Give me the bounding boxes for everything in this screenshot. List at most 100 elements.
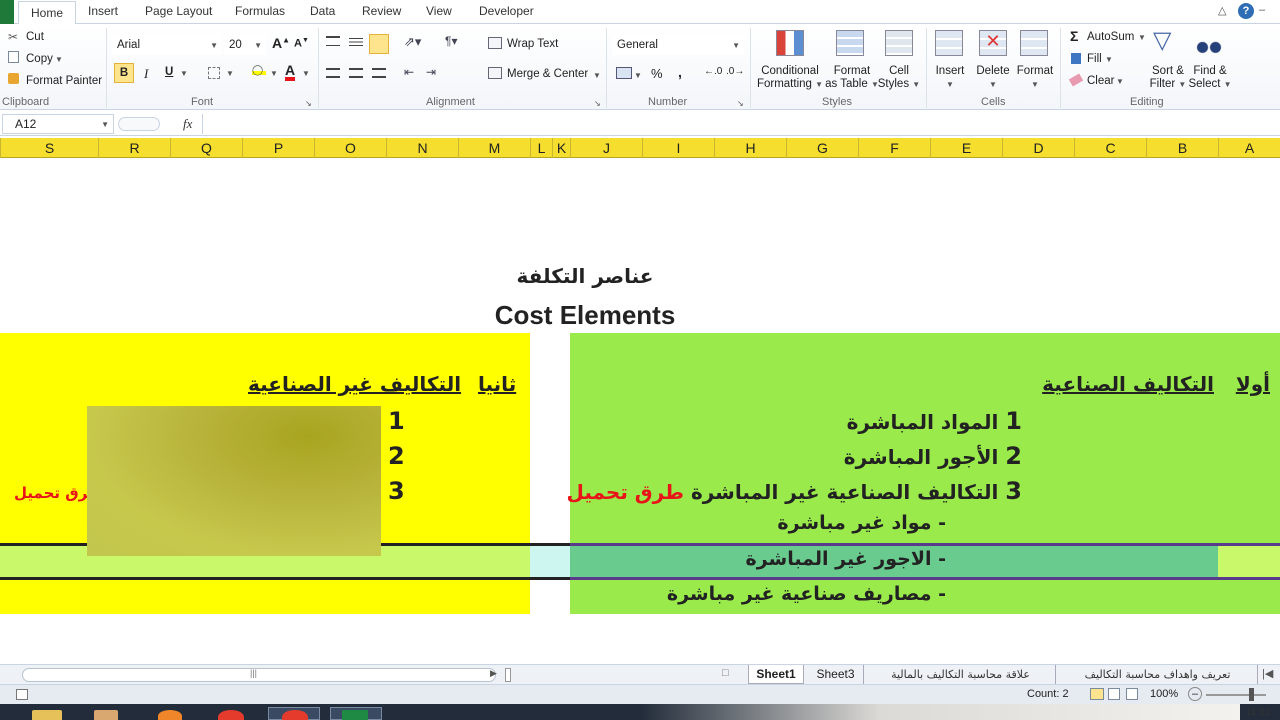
font-dialog-launcher-icon[interactable]: ↘ [305,99,312,108]
conditional-formatting-button[interactable]: Conditional Formatting ▼ [756,65,824,91]
autosum-button[interactable]: AutoSum [1087,31,1134,43]
horizontal-scrollbar[interactable] [22,668,496,682]
minimize-ribbon-icon[interactable]: △ [1218,4,1226,17]
accounting-format-icon[interactable] [616,67,632,79]
increase-indent-icon[interactable]: ⇥ [426,65,436,79]
sheet-tab-sheet1[interactable]: Sheet1 [748,665,804,684]
clear-button[interactable]: Clear [1087,75,1114,87]
align-middle-icon[interactable] [349,38,363,46]
macro-record-icon[interactable] [16,689,28,700]
tab-developer[interactable]: Developer [479,4,534,18]
folder-icon[interactable] [32,710,62,720]
decrease-indent-icon[interactable]: ⇤ [404,65,414,79]
cut-button[interactable]: Cut [26,31,44,43]
fill-color-icon[interactable]: ◯ [252,65,266,76]
align-left-icon[interactable] [326,68,340,78]
orientation-icon[interactable]: ⇗▾ [404,34,421,50]
font-size-combo[interactable]: 20 ▼ [224,35,266,55]
column-header-n[interactable]: N [386,138,458,158]
copy-button[interactable]: Copy [26,53,53,65]
bold-button[interactable]: B [114,63,134,83]
firefox-icon[interactable] [158,710,182,720]
column-header-l[interactable]: L [530,138,552,158]
column-header-i[interactable]: I [642,138,714,158]
autosum-dropdown-icon[interactable]: ▼ [1138,33,1146,42]
font-name-combo[interactable]: Arial ▼ [112,35,222,55]
align-right-icon[interactable] [372,68,386,78]
chrome-icon[interactable] [218,710,244,720]
copy-dropdown-icon[interactable]: ▼ [55,55,63,64]
window-minimize-icon[interactable]: – [1259,4,1265,16]
column-header-j[interactable]: J [570,138,642,158]
tab-view[interactable]: View [426,4,452,18]
borders-dropdown-icon[interactable]: ▼ [226,69,234,78]
column-header-m[interactable]: M [458,138,530,158]
name-box[interactable]: A12 ▼ [2,114,114,134]
grow-font-button[interactable]: A▲ [272,35,290,51]
formula-input[interactable] [202,114,1278,134]
tab-data[interactable]: Data [310,4,335,18]
underline-dropdown-icon[interactable]: ▼ [180,69,188,78]
fill-color-dropdown-icon[interactable]: ▼ [270,69,278,78]
excel-icon[interactable] [342,710,368,720]
cell-styles-button[interactable]: Cell Styles ▼ [876,65,922,91]
tab-split-handle[interactable] [505,668,511,682]
column-header-k[interactable]: K [552,138,570,158]
fill-dropdown-icon[interactable]: ▼ [1105,55,1113,64]
tab-page-layout[interactable]: Page Layout [145,4,212,18]
sheet-tab-sheet3[interactable]: Sheet3 [808,665,864,684]
italic-button[interactable]: I [144,66,148,82]
file-tab[interactable] [0,0,14,24]
decrease-decimal-icon[interactable]: .0→ [726,66,744,77]
format-painter-button[interactable]: Format Painter [26,75,102,87]
wrap-text-button[interactable]: Wrap Text [507,38,558,50]
accounting-dropdown-icon[interactable]: ▼ [634,71,642,80]
formula-bar-grip[interactable] [118,117,160,131]
column-header-h[interactable]: H [714,138,786,158]
page-break-view-icon[interactable] [1126,688,1138,700]
column-header-o[interactable]: O [314,138,386,158]
format-cells-button[interactable]: Format ▼ [1014,65,1056,91]
font-color-icon[interactable]: A [285,63,296,81]
tab-review[interactable]: Review [362,4,401,18]
column-header-f[interactable]: F [858,138,930,158]
help-icon[interactable]: ? [1238,3,1254,19]
fill-button[interactable]: Fill [1087,53,1102,65]
delete-cells-button[interactable]: Delete ▼ [972,65,1014,91]
app-icon[interactable] [94,710,118,720]
column-header-p[interactable]: P [242,138,314,158]
zoom-level[interactable]: 100% [1150,688,1178,700]
tab-formulas[interactable]: Formulas [235,4,285,18]
column-header-c[interactable]: C [1074,138,1146,158]
align-top-icon[interactable] [326,36,340,46]
normal-view-icon[interactable] [1090,688,1104,700]
column-header-s[interactable]: S [0,138,98,158]
worksheet-grid[interactable]: عناصر التكلفة Cost Elements أولا التكالي… [0,158,1280,664]
font-color-dropdown-icon[interactable]: ▼ [302,69,310,78]
merge-center-button[interactable]: Merge & Center [507,68,588,80]
insert-cells-button[interactable]: Insert ▼ [930,65,970,91]
align-center-icon[interactable] [349,68,363,78]
text-direction-icon[interactable]: ¶▾ [445,34,457,48]
align-bottom-icon[interactable] [369,34,389,54]
comma-style-button[interactable]: , [678,64,682,80]
zoom-slider[interactable] [1206,694,1266,696]
clear-dropdown-icon[interactable]: ▼ [1116,77,1124,86]
scroll-right-icon[interactable]: ▶ [490,668,497,679]
tab-scroll-icon[interactable]: |◀ [1262,667,1273,680]
merge-dropdown-icon[interactable]: ▼ [593,71,601,80]
column-header-g[interactable]: G [786,138,858,158]
tab-home[interactable]: Home [18,1,77,25]
column-header-e[interactable]: E [930,138,1002,158]
column-header-r[interactable]: R [98,138,170,158]
shrink-font-button[interactable]: A▼ [294,37,309,50]
number-format-combo[interactable]: General ▼ [612,35,744,55]
number-dialog-launcher-icon[interactable]: ↘ [737,99,744,108]
format-as-table-button[interactable]: Format as Table ▼ [824,65,880,91]
increase-decimal-icon[interactable]: ←.0 [704,66,722,77]
insert-function-icon[interactable]: fx [183,116,192,132]
zoom-slider-thumb[interactable] [1249,688,1254,701]
sort-filter-button[interactable]: Sort & Filter ▼ [1146,65,1190,91]
clock[interactable]: 11:02 [1246,707,1270,718]
underline-button[interactable]: U [165,66,173,78]
